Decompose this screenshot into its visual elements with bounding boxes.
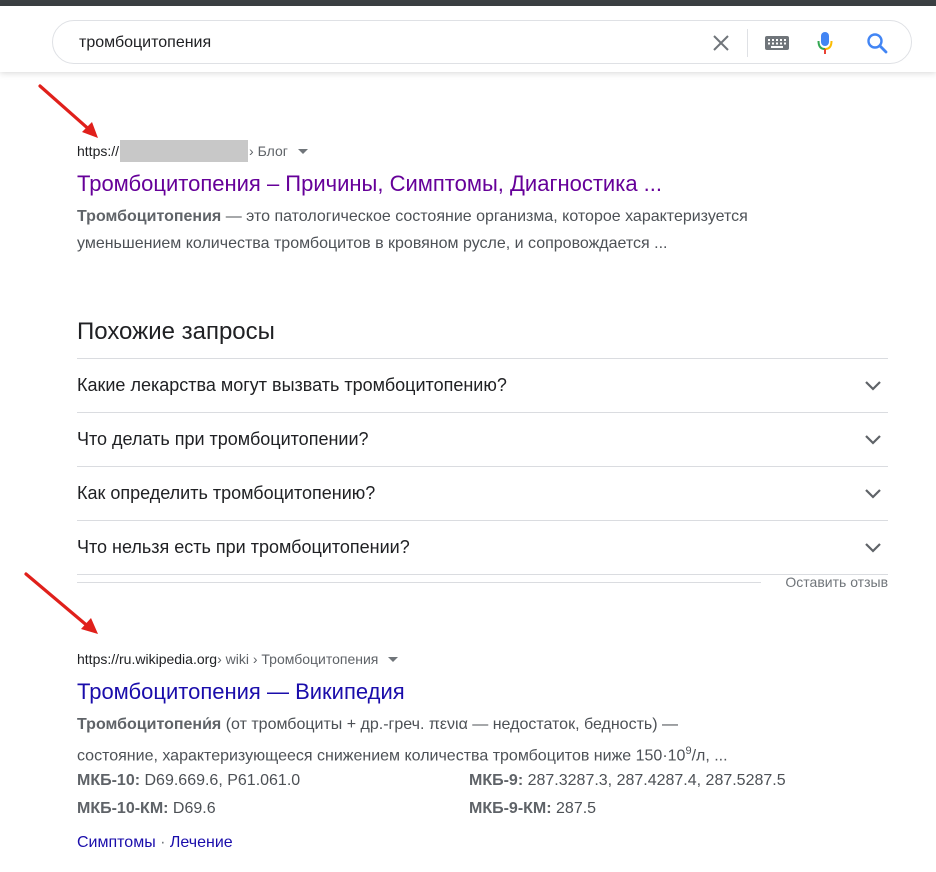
fact-label: МКБ-9-КМ:: [469, 800, 552, 817]
result-2-url-path: › wiki › Тромбоцитопения: [217, 651, 379, 667]
sitelink-separator: ·: [155, 834, 170, 851]
fact-mkb10: МКБ-10: D69.669.6, P61.061.0: [77, 772, 300, 790]
related-question-4[interactable]: Что нельзя есть при тромбоцитопении?: [77, 521, 888, 575]
feedback-divider: [77, 582, 761, 583]
fact-value: 287.5: [551, 800, 597, 817]
related-questions-list: Какие лекарства могут вызвать тромбоцито…: [77, 358, 888, 575]
related-question-2[interactable]: Что делать при тромбоцитопении?: [77, 413, 888, 467]
search-box: [52, 20, 912, 64]
result-1-snippet-bold: Тромбоцитопения: [77, 208, 222, 225]
redacted-domain: [120, 140, 249, 162]
related-question-text: Что нельзя есть при тромбоцитопении?: [77, 537, 410, 557]
result-2-snippet-bold: Тромбоцитопени́я: [77, 716, 222, 733]
fact-label: МКБ-10:: [77, 772, 141, 789]
related-searches-heading: Похожие запросы: [77, 318, 275, 345]
result-2-snippet-line2: состояние, характеризующееся снижением к…: [77, 747, 686, 765]
chevron-down-icon[interactable]: [862, 375, 884, 397]
chevron-down-icon[interactable]: [862, 483, 884, 505]
fact-value: D69.6: [168, 800, 216, 817]
result-1-title-link[interactable]: Тромбоцитопения – Причины, Симптомы, Диа…: [77, 170, 817, 198]
keyboard-icon[interactable]: [763, 29, 791, 57]
fact-mkb9: МКБ-9: 287.3287.3, 287.4287.4, 287.5287.…: [469, 772, 786, 790]
search-icon[interactable]: [863, 29, 891, 57]
chevron-down-icon[interactable]: [297, 148, 308, 154]
result-2-url-domain: https://ru.wikipedia.org: [77, 651, 218, 667]
fact-mkb9km: МКБ-9-КМ: 287.5: [469, 800, 596, 818]
search-header: [0, 6, 936, 72]
result-2-sitelinks: Симптомы · Лечение: [77, 834, 233, 852]
related-question-1[interactable]: Какие лекарства могут вызвать тромбоцито…: [77, 359, 888, 413]
chevron-down-icon[interactable]: [862, 537, 884, 559]
fact-mkb10km: МКБ-10-КМ: D69.6: [77, 800, 216, 818]
related-question-text: Как определить тромбоцитопению?: [77, 483, 376, 503]
close-icon[interactable]: [707, 29, 735, 57]
result-1-url-prefix: https://: [77, 143, 120, 159]
search-result-2: https://ru.wikipedia.org › wiki › Тромбо…: [77, 649, 817, 769]
fact-value: D69.669.6, P61.061.0: [140, 772, 301, 789]
related-question-text: Что делать при тромбоцитопении?: [77, 429, 369, 449]
fact-label: МКБ-9:: [469, 772, 524, 789]
fact-value: 287.3287.3, 287.4287.4, 287.5287.5: [523, 772, 786, 789]
feedback-link[interactable]: Оставить отзыв: [785, 574, 888, 590]
related-question-text: Какие лекарства могут вызвать тромбоцито…: [77, 375, 507, 395]
result-2-snippet-line2-end: /л, ...: [691, 747, 728, 765]
sitelink-treatment[interactable]: Лечение: [170, 834, 233, 851]
sitelink-symptoms[interactable]: Симптомы: [77, 834, 156, 851]
related-question-3[interactable]: Как определить тромбоцитопению?: [77, 467, 888, 521]
result-1-url-path: › Блог: [249, 143, 288, 159]
annotation-arrow-1: [38, 84, 98, 138]
result-1-snippet: Тромбоцитопения — это патологическое сос…: [77, 203, 817, 257]
search-result-1: https:// › Блог Тромбоцитопения – Причин…: [77, 140, 817, 257]
result-2-snippet-line1: (от тромбоциты + др.-греч. πενια — недос…: [221, 716, 679, 733]
result-1-breadcrumb: https:// › Блог: [77, 140, 817, 162]
result-2-snippet: Тромбоцитопени́я (от тромбоциты + др.-гр…: [77, 711, 817, 769]
search-input[interactable]: [79, 31, 699, 55]
search-box-divider: [747, 29, 748, 57]
result-2-breadcrumb: https://ru.wikipedia.org › wiki › Тромбо…: [77, 649, 817, 669]
chevron-down-icon[interactable]: [388, 656, 399, 662]
feedback-row: Оставить отзыв: [77, 572, 888, 594]
mic-icon[interactable]: [811, 29, 839, 57]
result-2-title-link[interactable]: Тромбоцитопения — Википедия: [77, 678, 817, 706]
chevron-down-icon[interactable]: [862, 429, 884, 451]
fact-label: МКБ-10-КМ:: [77, 800, 169, 817]
